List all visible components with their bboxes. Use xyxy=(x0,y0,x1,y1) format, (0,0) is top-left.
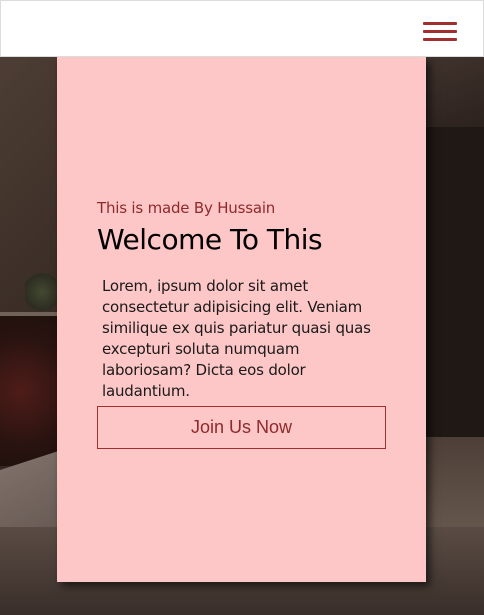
menu-line xyxy=(423,30,457,33)
hero-card: This is made By Hussain Welcome To This … xyxy=(57,57,426,582)
navbar xyxy=(0,0,484,57)
join-us-button[interactable]: Join Us Now xyxy=(97,406,386,449)
hero-paragraph: Lorem, ipsum dolor sit amet consectetur … xyxy=(102,277,371,400)
hero-title: Welcome To This xyxy=(97,223,323,256)
menu-line xyxy=(423,38,457,41)
hero-subtitle: This is made By Hussain xyxy=(97,199,276,217)
menu-line xyxy=(423,22,457,25)
hamburger-menu-icon[interactable] xyxy=(423,20,457,44)
